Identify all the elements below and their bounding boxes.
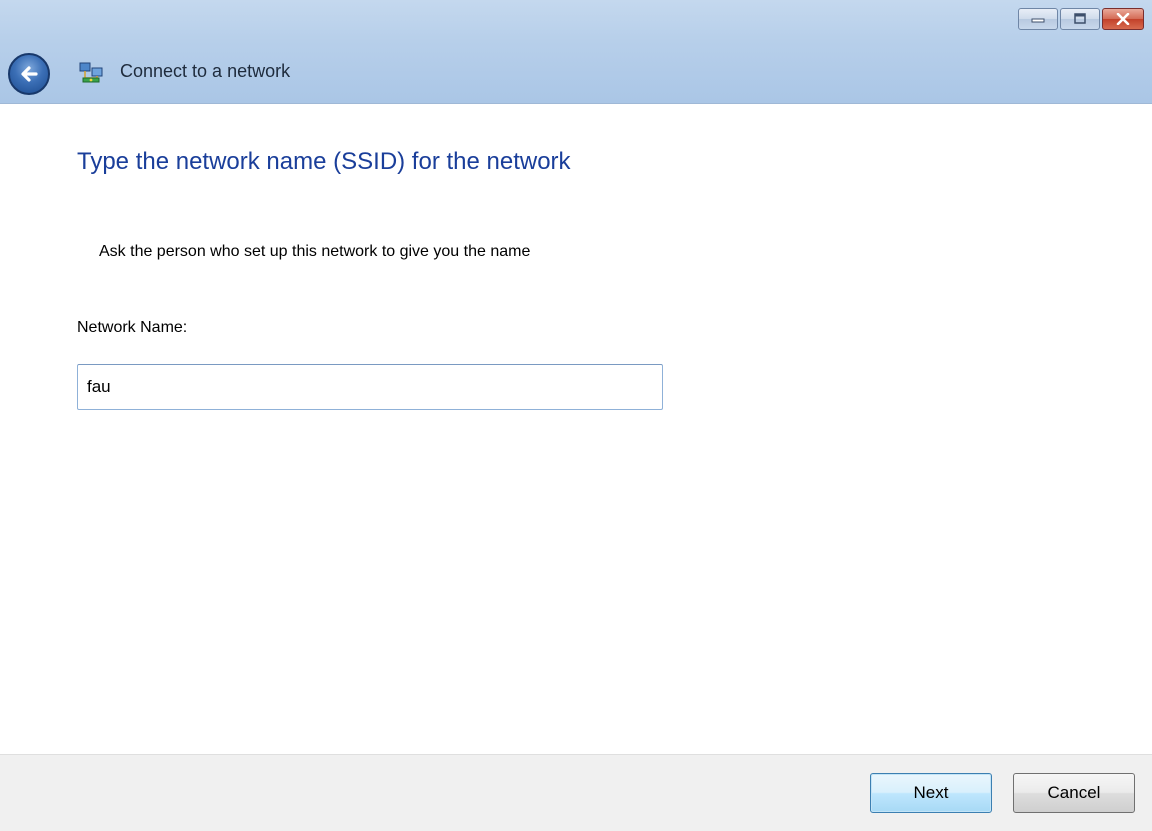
- next-button[interactable]: Next: [870, 773, 992, 813]
- window-title: Connect to a network: [120, 61, 291, 81]
- window-controls: [1018, 8, 1144, 30]
- minimize-button[interactable]: [1018, 8, 1058, 30]
- page-heading: Type the network name (SSID) for the net…: [77, 148, 571, 175]
- close-button[interactable]: [1102, 8, 1144, 30]
- instructions-text: Ask the person who set up this network t…: [99, 243, 531, 260]
- maximize-icon: [1074, 13, 1086, 24]
- network-name-label: Network Name:: [77, 319, 188, 336]
- back-arrow-icon: [21, 66, 38, 82]
- cancel-button[interactable]: Cancel: [1013, 773, 1135, 813]
- network-name-input[interactable]: [77, 364, 663, 410]
- maximize-button[interactable]: [1060, 8, 1100, 30]
- network-icon: [79, 62, 103, 83]
- title-bar: Connect to a network: [0, 0, 1152, 104]
- close-icon: [1116, 13, 1130, 25]
- back-button[interactable]: [8, 53, 50, 95]
- minimize-icon: [1031, 18, 1045, 23]
